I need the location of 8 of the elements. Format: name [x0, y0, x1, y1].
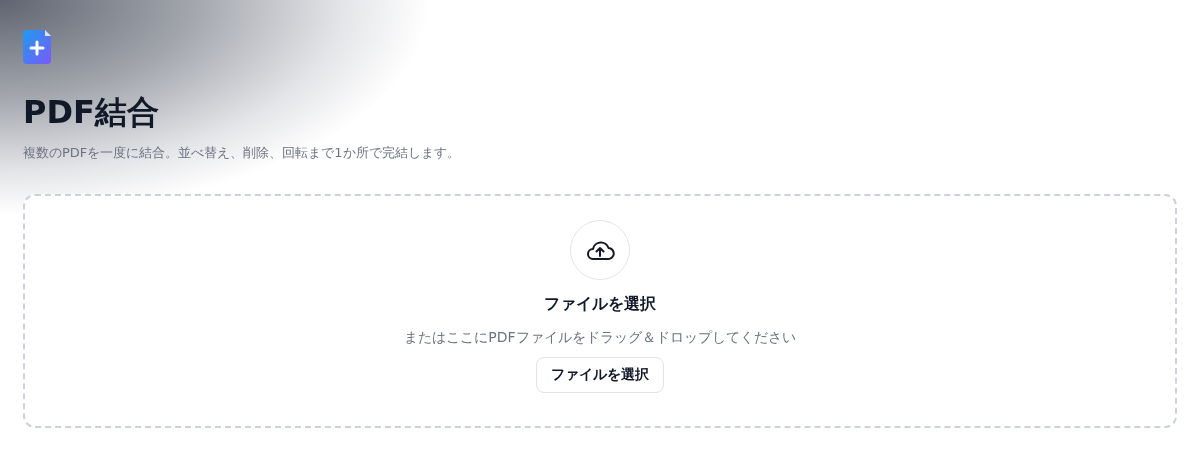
drop-zone[interactable]: ファイルを選択 またはここにPDFファイルをドラッグ＆ドロップしてください ファイルを選択 — [23, 194, 1177, 428]
dropzone-heading: ファイルを選択 — [544, 294, 656, 315]
file-plus-icon — [23, 30, 53, 64]
dropzone-hint: またはここにPDFファイルをドラッグ＆ドロップしてください — [404, 329, 796, 347]
page-title: PDF結合 — [23, 92, 160, 132]
cloud-upload-icon — [585, 238, 615, 262]
select-file-button[interactable]: ファイルを選択 — [536, 357, 664, 393]
page-subtitle: 複数のPDFを一度に結合。並べ替え、削除、回転まで1か所で完結します。 — [23, 144, 461, 162]
